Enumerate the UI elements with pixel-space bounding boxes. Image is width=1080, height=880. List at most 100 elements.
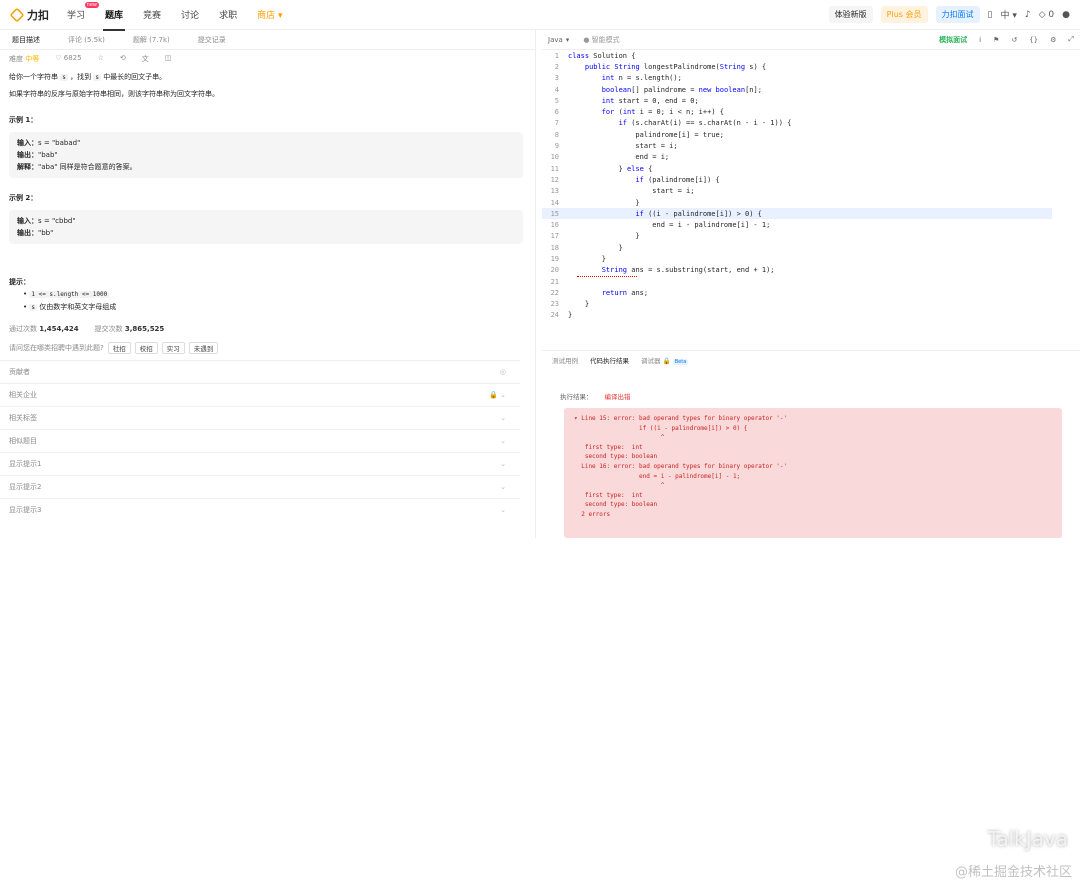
language-select[interactable]: Java ▾ bbox=[548, 36, 569, 44]
tab-submissions[interactable]: 提交记录 bbox=[198, 35, 226, 45]
tab-testcase[interactable]: 测试用例 bbox=[552, 355, 578, 365]
difficulty-badge: 中等 bbox=[25, 55, 40, 63]
section-similar[interactable]: 相似题目 ⌄ bbox=[0, 429, 520, 452]
section-hint-3[interactable]: 显示提示3 ⌄ bbox=[0, 498, 520, 521]
code-line[interactable]: 22 return ans; bbox=[542, 287, 1080, 298]
smart-mode-toggle[interactable]: ● 智能模式 bbox=[583, 35, 619, 45]
line-number: 13 bbox=[550, 187, 559, 196]
code-line[interactable]: 16 end = i - palindrome[i] - 1; bbox=[542, 219, 1080, 230]
example-2: 输入：s = "cbbd" 输出："bb" bbox=[9, 210, 523, 244]
nav-jobs[interactable]: 求职 bbox=[219, 8, 237, 21]
plus-button[interactable]: Plus 会员 bbox=[880, 6, 928, 23]
code-line[interactable]: 13 start = i; bbox=[542, 186, 1080, 197]
like-button[interactable]: ♡ 6825 bbox=[55, 54, 81, 64]
section-hint-1[interactable]: 显示提示1 ⌄ bbox=[0, 452, 520, 475]
code-text: int start = 0, end = 0; bbox=[601, 96, 699, 105]
avatar[interactable]: ● bbox=[1062, 10, 1070, 20]
code-text: end = i - palindrome[i] - 1; bbox=[568, 221, 771, 230]
code-line[interactable]: 14 } bbox=[542, 197, 1080, 208]
section-contributors[interactable]: 贡献者 ◎ bbox=[0, 360, 520, 383]
code-line[interactable]: 1 class Solution { bbox=[542, 50, 1080, 61]
console-tabs: 测试用例 代码执行结果 调试器 🔒 Beta bbox=[542, 351, 1080, 369]
fullscreen-icon[interactable]: ⤢ bbox=[1068, 35, 1074, 44]
points[interactable]: ◇ 0 bbox=[1039, 10, 1055, 20]
line-number: 16 bbox=[550, 221, 559, 230]
tag-never[interactable]: 未遇到 bbox=[188, 342, 219, 354]
code-line[interactable]: 24} bbox=[542, 310, 1080, 321]
nav-contest[interactable]: 竞赛 bbox=[143, 8, 161, 21]
code-line[interactable]: 15 if ((i - palindrome[i]) > 0) { bbox=[542, 208, 1052, 220]
translate-icon[interactable]: 文 bbox=[142, 54, 149, 64]
tag-social[interactable]: 社招 bbox=[107, 342, 131, 354]
code-line[interactable]: 7 if (s.charAt(i) == s.charAt(n - i - 1)… bbox=[542, 118, 1080, 129]
leetcode-logo[interactable]: 力扣 bbox=[9, 7, 49, 23]
experience-button[interactable]: 体验新版 bbox=[828, 6, 873, 23]
new-badge: new bbox=[84, 2, 100, 8]
code-line[interactable]: 4 boolean[] palindrome = new boolean[n]; bbox=[542, 84, 1080, 95]
section-tags[interactable]: 相关标签 ⌄ bbox=[0, 406, 520, 429]
settings-icon[interactable]: ⚙ bbox=[1050, 36, 1056, 44]
definition-text: 如果字符串的反序与原始字符串相同，则该字符串称为回文字符串。 bbox=[9, 90, 219, 98]
code-line[interactable]: 12 if (palindrome[i]) { bbox=[542, 174, 1080, 185]
line-number: 6 bbox=[554, 108, 559, 117]
chevron-down-icon: ⌄ bbox=[500, 414, 506, 422]
nav-store[interactable]: 商店 ▾ bbox=[257, 8, 282, 21]
tag-campus[interactable]: 校招 bbox=[134, 342, 158, 354]
phone-icon[interactable]: ▯ bbox=[988, 10, 993, 20]
star-icon[interactable]: ☆ bbox=[98, 54, 104, 64]
nav-problems[interactable]: 题库 bbox=[103, 8, 126, 31]
code-editor[interactable]: 1 class Solution {2 public String longest… bbox=[542, 50, 1080, 350]
code-line[interactable]: 5 int start = 0, end = 0; bbox=[542, 95, 1080, 106]
info-icon[interactable]: i bbox=[979, 36, 981, 44]
code-line[interactable]: 3 int n = s.length(); bbox=[542, 73, 1080, 84]
code-line[interactable]: 21 bbox=[542, 276, 1080, 287]
tab-description[interactable]: 题目描述 bbox=[12, 35, 40, 45]
notes-icon[interactable]: ◫ bbox=[165, 54, 172, 64]
contributor-icon: ◎ bbox=[499, 368, 506, 376]
code-text: palindrome[i] = true; bbox=[568, 130, 724, 139]
code-text: if (palindrome[i]) { bbox=[635, 175, 720, 184]
top-navigation: 力扣 学习 new 题库 竞赛 讨论 求职 商店 ▾ 体验新版 Plus 会员 力… bbox=[0, 0, 1080, 31]
code-line[interactable]: 19 } bbox=[542, 253, 1080, 264]
tag-intern[interactable]: 实习 bbox=[161, 342, 185, 354]
code-line[interactable]: 17 } bbox=[542, 231, 1080, 242]
code-text: } bbox=[568, 300, 590, 309]
tab-result[interactable]: 代码执行结果 bbox=[590, 355, 629, 365]
code-line[interactable]: 6 for (int i = 0; i < n; i++) { bbox=[542, 106, 1080, 117]
code-text: int n = s.length(); bbox=[601, 74, 682, 83]
section-hint-2[interactable]: 显示提示2 ⌄ bbox=[0, 475, 520, 498]
problem-tabs: 题目描述 评论 (5.5k) 题解 (7.7k) 提交记录 bbox=[0, 30, 535, 50]
language-selector[interactable]: 中 ▾ bbox=[1000, 8, 1016, 21]
interview-button[interactable]: 力扣面试 bbox=[935, 6, 980, 23]
line-number: 18 bbox=[550, 243, 559, 252]
code-text: class Solution { bbox=[568, 51, 636, 60]
line-number: 14 bbox=[550, 198, 559, 207]
line-number: 9 bbox=[554, 142, 559, 151]
section-companies[interactable]: 相关企业 🔒 ⌄ bbox=[0, 383, 520, 406]
code-line[interactable]: 11 } else { bbox=[542, 163, 1080, 174]
code-line[interactable]: 10 end = i; bbox=[542, 152, 1080, 163]
code-line[interactable]: 18 } bbox=[542, 242, 1080, 253]
debug-icon[interactable]: ⚑ bbox=[993, 36, 999, 44]
code-text: public String longestPalindrome(String s… bbox=[584, 62, 767, 71]
code-text: for (int i = 0; i < n; i++) { bbox=[601, 108, 724, 117]
code-line[interactable]: 8 palindrome[i] = true; bbox=[542, 129, 1080, 140]
bell-icon[interactable]: ♪ bbox=[1025, 10, 1031, 20]
code-text: if (s.charAt(i) == s.charAt(n - i - 1)) … bbox=[618, 119, 792, 128]
share-icon[interactable]: ⟲ bbox=[120, 54, 126, 64]
nav-discuss[interactable]: 讨论 bbox=[181, 8, 199, 21]
error-output: ▾ Line 15: error: bad operand types for … bbox=[564, 408, 1062, 538]
reset-icon[interactable]: ↺ bbox=[1011, 36, 1017, 44]
nav-learn[interactable]: 学习 new bbox=[67, 2, 100, 21]
line-number: 8 bbox=[554, 130, 559, 139]
tab-solutions[interactable]: 题解 (7.7k) bbox=[133, 35, 170, 45]
tab-debugger[interactable]: 调试器 🔒 Beta bbox=[641, 355, 689, 365]
code-line[interactable]: 9 start = i; bbox=[542, 140, 1080, 151]
code-line[interactable]: 2 public String longestPalindrome(String… bbox=[542, 61, 1080, 72]
mock-interview-button[interactable]: 模拟面试 bbox=[939, 35, 967, 45]
code-icon[interactable]: {} bbox=[1029, 36, 1038, 44]
tab-comments[interactable]: 评论 (5.5k) bbox=[68, 35, 105, 45]
code-line[interactable]: 23 } bbox=[542, 299, 1080, 310]
collapsible-sections: 贡献者 ◎ 相关企业 🔒 ⌄ 相关标签 ⌄ 相似题目 ⌄ 显示提示1 ⌄ 显示提示2 ⌄ 显… bbox=[0, 360, 535, 521]
line-number: 23 bbox=[550, 300, 559, 309]
